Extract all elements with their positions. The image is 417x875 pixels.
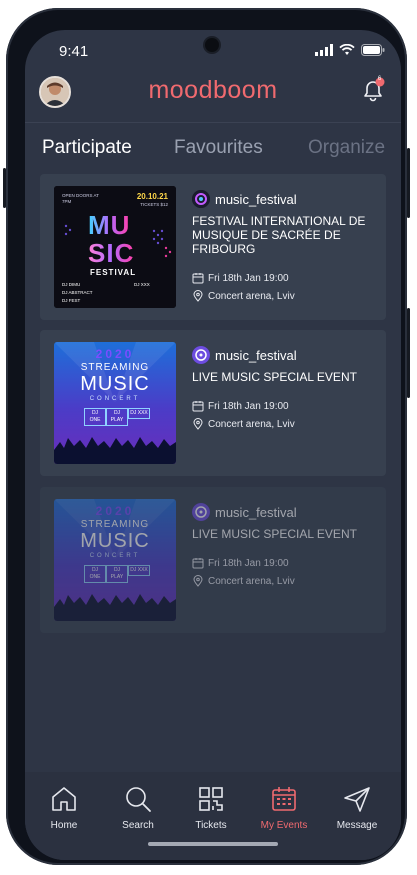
organizer-name: music_festival bbox=[215, 504, 297, 520]
poster-dj-3: DJ XXX bbox=[128, 565, 150, 576]
event-date: Fri 18th Jan 19:00 bbox=[192, 400, 289, 412]
organizer-avatar bbox=[192, 190, 210, 208]
event-location-text: Concert arena, Lviv bbox=[208, 575, 295, 587]
nav-tickets-label: Tickets bbox=[195, 820, 227, 831]
status-bar: 9:41 bbox=[25, 30, 401, 72]
phone-frame: 9:41 moodboom 6 Participate Favourites O… bbox=[3, 8, 410, 865]
poster-line-1: STREAMING bbox=[80, 519, 150, 530]
poster-ticket: TICKETS $12 bbox=[140, 202, 168, 207]
event-location: Concert arena, Lviv bbox=[192, 290, 295, 302]
event-card[interactable]: 2020 STREAMING MUSIC CONCERT DJ ONE DJ P… bbox=[40, 330, 386, 476]
poster-dj-2: DJ PLAY bbox=[106, 408, 128, 426]
nav-my-events[interactable]: My Events bbox=[249, 784, 319, 831]
poster-dj-1: DJ ONE bbox=[84, 565, 106, 583]
nav-home-label: Home bbox=[50, 820, 78, 831]
app-title: moodboom bbox=[148, 76, 278, 104]
qr-code-icon bbox=[199, 787, 223, 811]
event-poster: OPEN DOORS AT 7PM 20.10.21 TICKETS $12 M… bbox=[54, 186, 176, 308]
location-pin-icon bbox=[193, 290, 203, 302]
nav-tickets[interactable]: Tickets bbox=[176, 784, 246, 831]
poster-dj-3: DJ XXX bbox=[128, 408, 150, 419]
poster-date: 20.10.21 bbox=[136, 192, 168, 201]
nav-message[interactable]: Message bbox=[322, 784, 392, 831]
power-button bbox=[407, 148, 410, 218]
event-location: Concert arena, Lviv bbox=[192, 575, 295, 587]
event-title: FESTIVAL INTERNATIONAL DE MUSIQUE DE SAC… bbox=[192, 214, 366, 256]
nav-my-events-label: My Events bbox=[260, 820, 308, 831]
event-poster: 2020 STREAMING MUSIC CONCERT DJ ONE DJ P… bbox=[54, 342, 176, 464]
poster-line-3: CONCERT bbox=[89, 553, 141, 559]
organizer-avatar bbox=[192, 346, 210, 364]
event-title: LIVE MUSIC SPECIAL EVENT bbox=[192, 527, 357, 541]
app-header: moodboom 6 bbox=[25, 72, 401, 118]
signal-icon bbox=[315, 44, 333, 56]
poster-top-left: OPEN DOORS AT 7PM bbox=[62, 193, 99, 204]
status-icons bbox=[315, 44, 385, 56]
poster-year: 2020 bbox=[95, 504, 135, 518]
front-camera bbox=[205, 38, 219, 52]
poster-lineup-1: DJ DIMU bbox=[62, 282, 81, 287]
calendar-icon bbox=[192, 401, 204, 412]
poster-line-3: CONCERT bbox=[89, 396, 141, 402]
volume-button bbox=[407, 308, 410, 398]
event-date: Fri 18th Jan 19:00 bbox=[192, 557, 289, 569]
tab-favourites[interactable]: Favourites bbox=[174, 137, 263, 159]
home-indicator bbox=[148, 842, 278, 846]
tab-organize[interactable]: Organize bbox=[308, 137, 385, 159]
screen: 9:41 moodboom 6 Participate Favourites O… bbox=[25, 30, 401, 860]
event-poster: 2020 STREAMING MUSIC CONCERT DJ ONE DJ P… bbox=[54, 499, 176, 621]
calendar-icon bbox=[192, 558, 204, 569]
organizer[interactable]: music_festival bbox=[192, 503, 297, 521]
poster-dj-1: DJ ONE bbox=[84, 408, 106, 426]
poster-lineup-3: DJ FEST bbox=[62, 298, 81, 303]
event-date: Fri 18th Jan 19:00 bbox=[192, 272, 289, 284]
organizer-name: music_festival bbox=[215, 347, 297, 363]
event-location-text: Concert arena, Lviv bbox=[208, 290, 295, 302]
poster-year: 2020 bbox=[95, 347, 135, 361]
poster-lineup-2: DJ ABSTRACT bbox=[62, 290, 93, 295]
tab-bar: Participate Favourites Organize bbox=[25, 122, 401, 171]
organizer[interactable]: music_festival bbox=[192, 190, 297, 208]
location-pin-icon bbox=[193, 575, 203, 587]
event-card[interactable]: OPEN DOORS AT 7PM 20.10.21 TICKETS $12 M… bbox=[40, 174, 386, 320]
event-location-text: Concert arena, Lviv bbox=[208, 418, 295, 430]
organizer[interactable]: music_festival bbox=[192, 346, 297, 364]
battery-icon bbox=[361, 44, 385, 56]
calendar-icon bbox=[272, 787, 296, 811]
organizer-avatar bbox=[192, 503, 210, 521]
nav-message-label: Message bbox=[336, 820, 378, 831]
notifications-button[interactable]: 6 bbox=[359, 76, 387, 104]
poster-big-2: SIC bbox=[88, 238, 135, 268]
event-card[interactable]: 2020 STREAMING MUSIC CONCERT DJ ONE DJ P… bbox=[40, 487, 386, 633]
poster-line-1: STREAMING bbox=[80, 362, 150, 373]
event-date-text: Fri 18th Jan 19:00 bbox=[208, 557, 289, 569]
organizer-name: music_festival bbox=[215, 191, 297, 207]
poster-line-2: MUSIC bbox=[80, 373, 150, 395]
event-location: Concert arena, Lviv bbox=[192, 418, 295, 430]
location-pin-icon bbox=[193, 418, 203, 430]
poster-lineup-right: DJ XXX bbox=[134, 282, 150, 287]
calendar-icon bbox=[192, 273, 204, 284]
search-icon bbox=[126, 787, 151, 812]
poster-big-1: MU bbox=[88, 210, 131, 240]
home-icon bbox=[52, 787, 76, 811]
event-date-text: Fri 18th Jan 19:00 bbox=[208, 400, 289, 412]
status-time: 9:41 bbox=[59, 43, 89, 60]
poster-sub: FESTIVAL bbox=[90, 268, 137, 277]
poster-dj-2: DJ PLAY bbox=[106, 565, 128, 583]
nav-search-label: Search bbox=[122, 820, 154, 831]
bottom-nav: Home Search Tickets My Events Message bbox=[25, 772, 401, 860]
nav-search[interactable]: Search bbox=[103, 784, 173, 831]
send-icon bbox=[344, 787, 370, 812]
nav-home[interactable]: Home bbox=[29, 784, 99, 831]
tab-participate[interactable]: Participate bbox=[42, 137, 132, 159]
event-title: LIVE MUSIC SPECIAL EVENT bbox=[192, 370, 357, 384]
wifi-icon bbox=[339, 44, 355, 55]
side-button bbox=[3, 168, 6, 208]
notification-badge: 6 bbox=[377, 76, 382, 82]
poster-line-2: MUSIC bbox=[80, 530, 150, 552]
event-date-text: Fri 18th Jan 19:00 bbox=[208, 272, 289, 284]
